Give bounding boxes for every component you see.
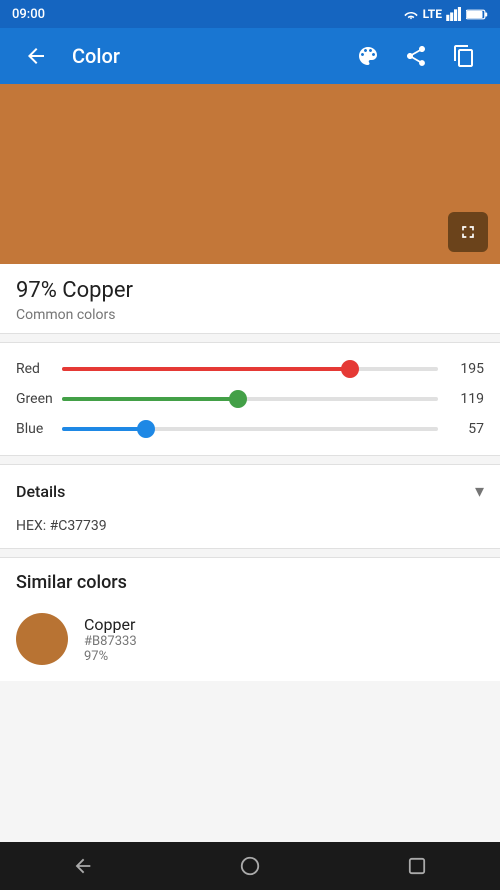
green-slider[interactable]: [62, 389, 438, 409]
copy-button[interactable]: [444, 36, 484, 76]
palette-button[interactable]: [348, 36, 388, 76]
back-arrow-icon: [24, 44, 48, 68]
status-icons: LTE: [403, 7, 488, 21]
app-bar-title: Color: [72, 44, 348, 68]
signal-icon: [446, 7, 462, 21]
color-name: 97% Copper: [16, 278, 484, 303]
details-header[interactable]: Details ▾: [0, 465, 500, 518]
similar-color-item[interactable]: Copper #B87333 97%: [16, 607, 484, 671]
color-preview: [0, 84, 500, 264]
nav-back-icon: [72, 855, 94, 877]
similar-color-hex: #B87333: [84, 634, 137, 649]
nav-recents-icon: [408, 857, 426, 875]
blue-slider[interactable]: [62, 419, 438, 439]
share-button[interactable]: [396, 36, 436, 76]
nav-back-button[interactable]: [53, 842, 113, 890]
red-slider[interactable]: [62, 359, 438, 379]
red-slider-row: Red 195: [16, 359, 484, 379]
nav-bar: [0, 842, 500, 890]
back-button[interactable]: [16, 36, 56, 76]
green-slider-row: Green 119: [16, 389, 484, 409]
similar-color-swatch: [16, 613, 68, 665]
similar-colors-section: Similar colors Copper #B87333 97%: [0, 557, 500, 681]
details-title: Details: [16, 482, 65, 501]
red-label: Red: [16, 361, 62, 377]
fullscreen-button[interactable]: [448, 212, 488, 252]
nav-home-icon: [239, 855, 261, 877]
chevron-down-icon: ▾: [475, 481, 484, 502]
hex-value: HEX: #C37739: [0, 518, 500, 548]
wifi-icon: [403, 7, 419, 21]
app-bar-actions: [348, 36, 484, 76]
similar-color-percent: 97%: [84, 649, 137, 664]
nav-recents-button[interactable]: [387, 842, 447, 890]
app-bar: Color: [0, 28, 500, 84]
red-value: 195: [448, 361, 484, 377]
blue-value: 57: [448, 421, 484, 437]
copy-icon: [452, 44, 476, 68]
lte-label: LTE: [423, 7, 442, 21]
time-label: 09:00: [12, 7, 45, 22]
green-label: Green: [16, 391, 62, 407]
similar-color-name: Copper: [84, 615, 137, 634]
details-section: Details ▾ HEX: #C37739: [0, 464, 500, 549]
nav-home-button[interactable]: [220, 842, 280, 890]
battery-icon: [466, 8, 488, 21]
common-colors-label: Common colors: [16, 307, 484, 323]
blue-slider-row: Blue 57: [16, 419, 484, 439]
share-icon: [404, 44, 428, 68]
blue-label: Blue: [16, 421, 62, 437]
fullscreen-icon: [458, 222, 478, 242]
similar-colors-title: Similar colors: [16, 572, 484, 593]
color-name-section: 97% Copper Common colors: [0, 264, 500, 334]
status-bar: 09:00 LTE: [0, 0, 500, 28]
similar-color-info: Copper #B87333 97%: [84, 615, 137, 664]
sliders-section: Red 195 Green 119 Blue 57: [0, 342, 500, 456]
green-value: 119: [448, 391, 484, 407]
palette-icon: [356, 44, 380, 68]
